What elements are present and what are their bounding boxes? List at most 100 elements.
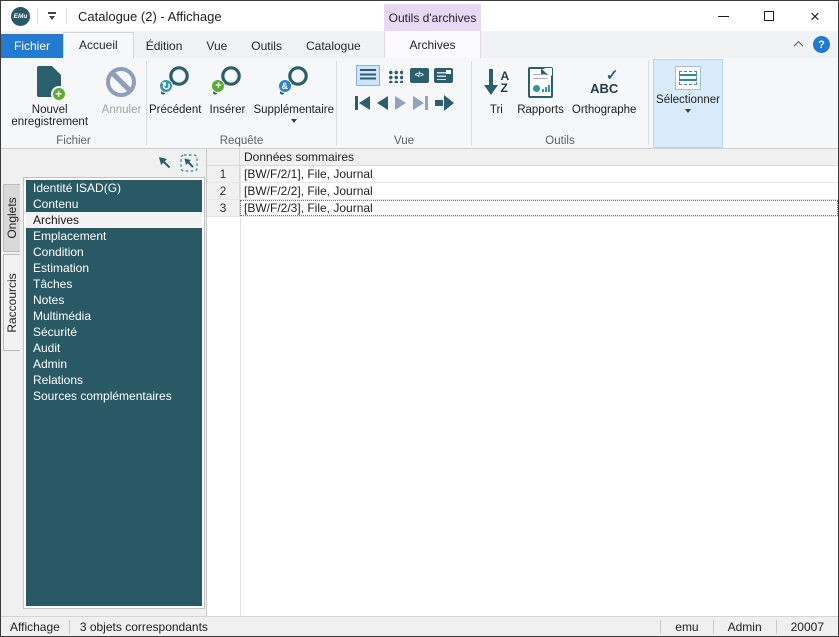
sidebar-item-taches[interactable]: Tâches (26, 276, 202, 292)
status-mode: Affichage (1, 620, 69, 634)
tab-archives-label: Archives (409, 38, 455, 52)
table-row-focused[interactable]: 3 [BW/F/2/3], File, Journal (207, 200, 838, 217)
sidebar-item-estimation[interactable]: Estimation (26, 260, 202, 276)
reports-label: Rapports (517, 104, 564, 116)
app-window: EMu Catalogue (2) - Affichage Outils d'a… (0, 0, 839, 637)
table-row[interactable]: 2 [BW/F/2/2], File, Journal (207, 183, 838, 200)
sidebar-item-condition[interactable]: Condition (26, 244, 202, 260)
sort-az-icon: AZ (484, 68, 510, 96)
sidebar-item-sources-complementaires[interactable]: Sources complémentaires (26, 388, 202, 404)
previous-query-button[interactable]: ↻ Précédent (145, 61, 205, 117)
sidebar-item-identite-isadg[interactable]: Identité ISAD(G) (26, 180, 202, 196)
list-view-icon (360, 69, 376, 82)
ampersand-badge-icon: & (278, 79, 292, 93)
content-area: Onglets Raccourcis Identité ISAD(G) Cont… (1, 149, 838, 616)
close-button[interactable]: × (792, 1, 838, 31)
list-view-button[interactable] (356, 65, 380, 86)
minimize-button[interactable] (700, 1, 746, 31)
report-document-icon (528, 67, 553, 98)
sidebar-item-notes[interactable]: Notes (26, 292, 202, 308)
detail-view-button[interactable] (434, 68, 453, 83)
sort-button[interactable]: AZ Tri (480, 61, 514, 117)
insert-query-button[interactable]: + Insérer (205, 61, 249, 117)
quick-access-dropdown-icon[interactable] (45, 12, 59, 20)
titlebar-separator (37, 9, 38, 23)
code-view-button[interactable]: </> (410, 68, 429, 83)
collapse-ribbon-icon[interactable] (794, 41, 804, 51)
tab-outils[interactable]: Outils (239, 34, 294, 58)
help-button[interactable]: ? (813, 36, 830, 53)
sidebar-item-admin[interactable]: Admin (26, 356, 202, 372)
ribbon-group-fichier: + Nouvel enregistrement Annuler Fichier (1, 58, 146, 148)
summary-cell[interactable]: [BW/F/2/3], File, Journal (240, 200, 838, 216)
spellcheck-icon: ✓ ABC (590, 69, 619, 95)
minimize-icon (718, 16, 729, 17)
status-match-count: 3 objets correspondants (70, 620, 218, 634)
tab-vue[interactable]: Vue (194, 34, 239, 58)
side-tab-raccourcis[interactable]: Raccourcis (3, 254, 20, 351)
grid-view-button[interactable] (387, 69, 403, 83)
tab-catalogue[interactable]: Catalogue (294, 34, 373, 58)
records-table: Données sommaires 1 [BW/F/2/1], File, Jo… (206, 149, 838, 616)
summary-cell[interactable]: [BW/F/2/1], File, Journal (240, 166, 838, 182)
sidebar-item-securite[interactable]: Sécurité (26, 324, 202, 340)
goto-record-button[interactable] (435, 95, 454, 111)
ribbon-group-requete: ↻ Précédent + Insérer (147, 58, 336, 148)
group-label-vue: Vue (337, 135, 471, 147)
onglets-label: Onglets (5, 197, 19, 238)
additional-label: Supplémentaire (253, 104, 334, 116)
previous-label: Précédent (149, 104, 201, 116)
first-record-button[interactable] (355, 96, 370, 110)
pointer-arrow-icon[interactable] (157, 155, 173, 171)
status-right: emu Admin 20007 (660, 617, 838, 636)
tab-edition[interactable]: Édition (134, 34, 195, 58)
table-row[interactable]: 1 [BW/F/2/1], File, Journal (207, 166, 838, 183)
row-number-header (207, 149, 240, 165)
sidebar-item-multimedia[interactable]: Multimédia (26, 308, 202, 324)
sidebar-toolbar (20, 149, 206, 177)
select-button[interactable]: Sélectionner (653, 59, 723, 148)
close-icon: × (810, 8, 820, 25)
ribbon-group-outils: AZ Tri Rapports (472, 58, 648, 148)
row-number[interactable]: 3 (207, 200, 240, 216)
select-rows-iconbox (675, 66, 701, 90)
select-rows-icon (679, 71, 697, 85)
emu-app-menu-icon[interactable]: EMu (11, 7, 30, 26)
column-divider (240, 149, 241, 616)
new-record-label: Nouvel enregistrement (6, 104, 94, 128)
status-server: emu (661, 620, 712, 634)
raccourcis-label: Raccourcis (5, 273, 19, 332)
cancel-button: Annuler (98, 61, 146, 117)
summary-cell[interactable]: [BW/F/2/2], File, Journal (240, 183, 838, 199)
sidebar: Identité ISAD(G) Contenu Archives Emplac… (20, 149, 206, 616)
sidebar-item-archives[interactable]: Archives (26, 212, 202, 228)
spelling-button[interactable]: ✓ ABC Orthographe (568, 61, 641, 117)
table-header-row: Données sommaires (207, 149, 838, 166)
tab-archives[interactable]: Archives (384, 31, 481, 58)
chevron-down-icon (685, 109, 691, 113)
search-insert-icon: + (209, 64, 245, 100)
window-title: Catalogue (2) - Affichage (78, 9, 222, 24)
tab-accueil[interactable]: Accueil (63, 32, 134, 58)
sidebar-item-audit[interactable]: Audit (26, 340, 202, 356)
additional-query-button[interactable]: & Supplémentaire (249, 61, 338, 124)
tab-fichier[interactable]: Fichier (1, 34, 63, 58)
sidebar-tab-list: Identité ISAD(G) Contenu Archives Emplac… (26, 180, 202, 606)
status-user: Admin (714, 620, 776, 634)
sidebar-item-relations[interactable]: Relations (26, 372, 202, 388)
cancel-icon (106, 67, 136, 97)
side-tab-onglets[interactable]: Onglets (3, 184, 20, 252)
maximize-button[interactable] (746, 1, 792, 31)
maximize-icon (764, 11, 774, 21)
reports-button[interactable]: Rapports (513, 61, 568, 117)
row-number[interactable]: 2 (207, 183, 240, 199)
previous-record-button[interactable] (377, 96, 388, 110)
select-all-arrow-icon[interactable] (180, 154, 198, 172)
group-label-requete: Requête (147, 135, 336, 147)
column-header-donnees-sommaires[interactable]: Données sommaires (240, 149, 354, 165)
sidebar-item-emplacement[interactable]: Emplacement (26, 228, 202, 244)
row-number[interactable]: 1 (207, 166, 240, 182)
sidebar-item-contenu[interactable]: Contenu (26, 196, 202, 212)
new-record-button[interactable]: + Nouvel enregistrement (2, 61, 98, 129)
next-record-button (395, 96, 406, 110)
